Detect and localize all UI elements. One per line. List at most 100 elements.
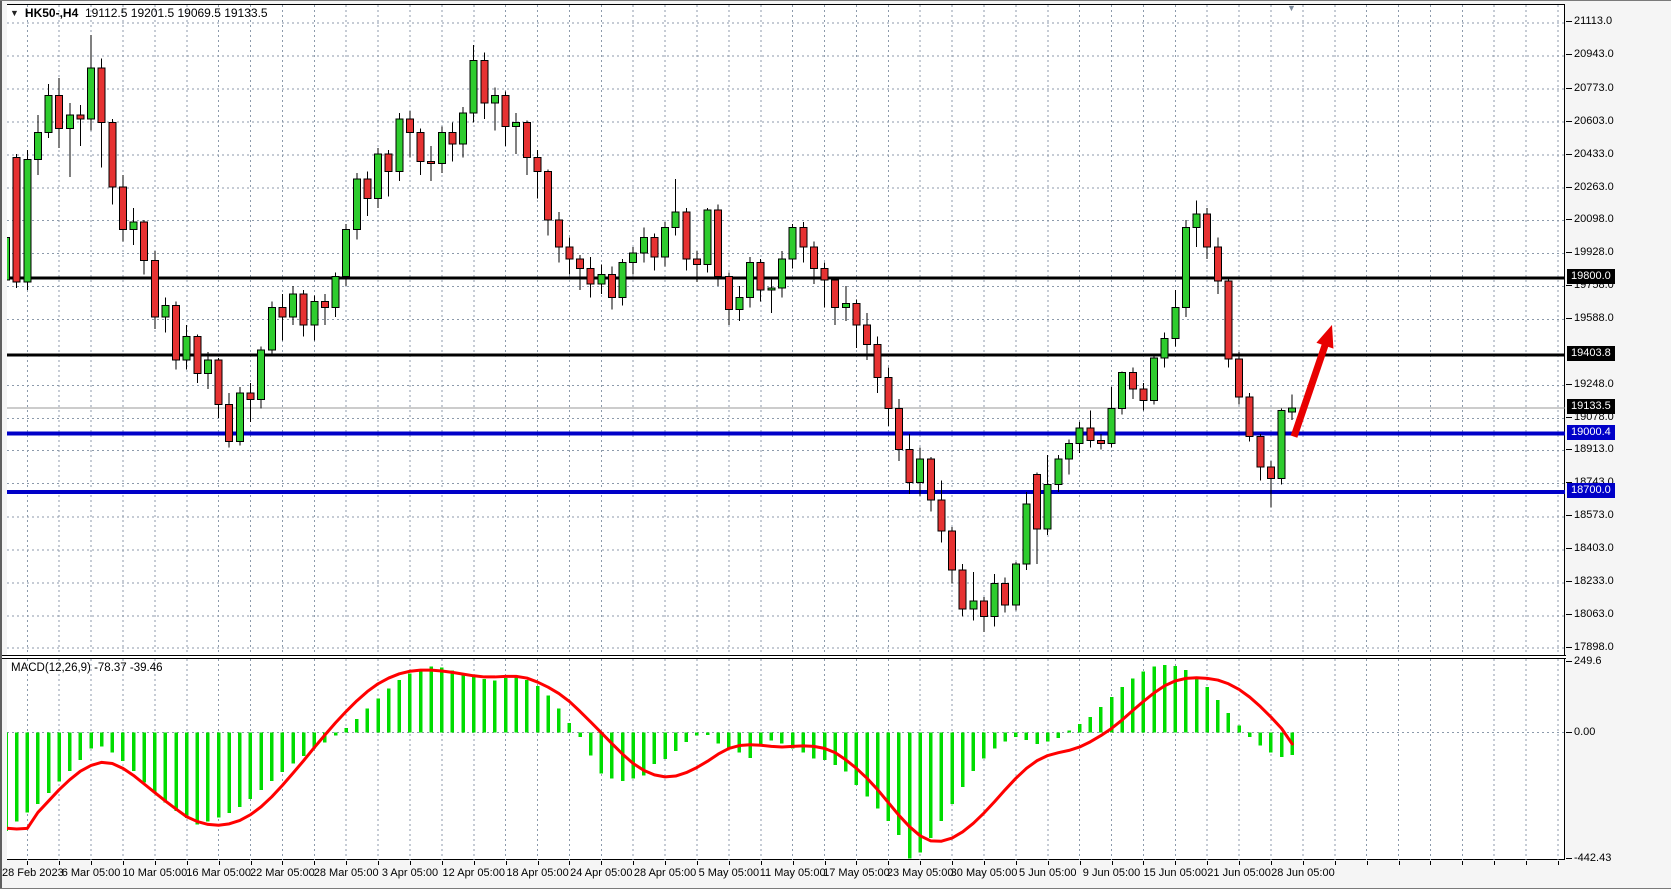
- macd-histogram-bar: [196, 733, 200, 825]
- macd-histogram-bar: [429, 666, 433, 732]
- candle-bullish: [1055, 459, 1062, 484]
- time-tick-mark: [346, 861, 347, 865]
- macd-histogram-bar: [631, 733, 635, 779]
- macd-histogram-bar: [238, 733, 242, 807]
- candlestick-canvas: [7, 5, 1565, 656]
- macd-histogram-bar: [770, 733, 774, 741]
- macd-histogram-bar: [1067, 730, 1071, 732]
- macd-histogram-bar: [1248, 733, 1252, 737]
- time-tick-mark: [378, 861, 379, 865]
- candle-bearish: [800, 228, 807, 247]
- price-tick-label: 18573.0: [1574, 509, 1614, 521]
- price-badge-black[interactable]: 19133.5: [1567, 399, 1615, 414]
- macd-histogram-bar: [15, 733, 19, 822]
- price-tick-label: 19588.0: [1574, 312, 1614, 324]
- up-arrow-head-icon[interactable]: [1316, 325, 1333, 349]
- candle-bearish: [279, 307, 286, 317]
- candle-bearish: [1097, 441, 1104, 444]
- chart-shift-marker-icon[interactable]: ▼: [1287, 3, 1296, 13]
- macd-histogram-bar: [355, 719, 359, 733]
- candle-bearish: [119, 187, 126, 230]
- macd-histogram-bar: [600, 733, 604, 774]
- candle-bullish: [1076, 428, 1083, 444]
- price-tick-mark: [1566, 449, 1572, 450]
- candle-bullish: [162, 305, 169, 317]
- candle-bearish: [832, 280, 839, 307]
- candle-bullish: [183, 337, 190, 360]
- macd-histogram-bar: [1269, 733, 1273, 753]
- macd-histogram-bar: [281, 733, 285, 772]
- candle-bearish: [247, 393, 254, 400]
- time-tick-mark: [1207, 861, 1208, 865]
- price-tick-mark: [1566, 384, 1572, 385]
- macd-histogram-bar: [472, 677, 476, 733]
- candle-bullish: [672, 212, 679, 228]
- candle-bullish: [789, 228, 796, 259]
- macd-histogram-bar: [1003, 733, 1007, 742]
- price-tick-mark: [1566, 318, 1572, 319]
- candle-bearish: [56, 95, 63, 128]
- symbol-timeframe-label: HK50-,H4: [25, 6, 78, 20]
- macd-histogram-bar: [153, 733, 157, 793]
- price-badge-blue[interactable]: 19000.4: [1567, 425, 1615, 440]
- candle-bearish: [77, 115, 84, 119]
- date-label: 28 Jun 05:00: [1248, 867, 1358, 879]
- time-axis[interactable]: 28 Feb 20236 Mar 05:0010 Mar 05:0016 Mar…: [0, 860, 1671, 889]
- price-badge-black[interactable]: 19403.8: [1567, 346, 1615, 361]
- macd-histogram-bar: [1078, 724, 1082, 733]
- main-candlestick-chart[interactable]: [7, 4, 1565, 655]
- time-tick-mark: [569, 861, 570, 865]
- price-badge-blue[interactable]: 18700.0: [1567, 483, 1615, 498]
- candle-bullish: [1289, 408, 1296, 412]
- price-tick-mark: [1566, 88, 1572, 89]
- macd-histogram-bar: [164, 733, 168, 803]
- macd-histogram-bar: [887, 733, 891, 821]
- macd-histogram-bar: [89, 733, 93, 749]
- candle-bearish: [98, 68, 105, 122]
- macd-histogram-bar: [546, 696, 550, 733]
- candle-bullish: [34, 132, 41, 159]
- candle-bearish: [566, 247, 573, 259]
- candle-bullish: [1012, 564, 1019, 605]
- price-axis[interactable]: 21113.020943.020773.020603.020433.020263…: [1566, 0, 1671, 860]
- time-tick-mark: [888, 861, 889, 865]
- price-tick-label: 18233.0: [1574, 575, 1614, 587]
- chevron-down-icon[interactable]: ▼: [10, 8, 19, 18]
- candle-bearish: [1087, 428, 1094, 441]
- candle-bearish: [173, 305, 180, 359]
- candle-bullish: [1023, 504, 1030, 564]
- candle-bullish: [268, 307, 275, 350]
- candle-bullish: [375, 154, 382, 199]
- candle-bearish: [151, 261, 158, 317]
- time-tick-mark: [219, 861, 220, 865]
- macd-histogram-bar: [993, 733, 997, 749]
- candle-bullish: [1151, 358, 1158, 401]
- time-tick-mark: [920, 861, 921, 865]
- price-tick-label: 17898.0: [1574, 641, 1614, 653]
- candle-bullish: [396, 119, 403, 172]
- candle-bearish: [959, 570, 966, 609]
- candle-bullish: [1119, 373, 1126, 409]
- macd-histogram-bar: [270, 733, 274, 781]
- macd-indicator-label: MACD(12,26,9) -78.37 -39.46: [11, 662, 163, 674]
- macd-histogram-bar: [908, 733, 912, 859]
- candle-bullish: [1193, 214, 1200, 228]
- macd-histogram-bar: [36, 733, 40, 804]
- macd-histogram-bar: [259, 733, 263, 791]
- macd-histogram-bar: [674, 733, 678, 752]
- macd-indicator-panel[interactable]: [7, 659, 1565, 860]
- time-tick-mark: [1016, 861, 1017, 865]
- price-tick-label: 21113.0: [1574, 15, 1612, 27]
- candle-bullish: [1044, 484, 1051, 529]
- price-badge-black[interactable]: 19800.0: [1567, 269, 1615, 284]
- time-tick-mark: [1048, 861, 1049, 865]
- window-left-border: [0, 0, 2, 889]
- macd-histogram-bar: [695, 733, 699, 736]
- time-tick-mark: [251, 861, 252, 865]
- macd-histogram-bar: [950, 733, 954, 804]
- time-tick-mark: [1112, 861, 1113, 865]
- macd-histogram-bar: [1195, 677, 1199, 733]
- time-tick-mark: [729, 861, 730, 865]
- macd-histogram-bar: [334, 733, 338, 736]
- time-tick-mark: [1399, 861, 1400, 865]
